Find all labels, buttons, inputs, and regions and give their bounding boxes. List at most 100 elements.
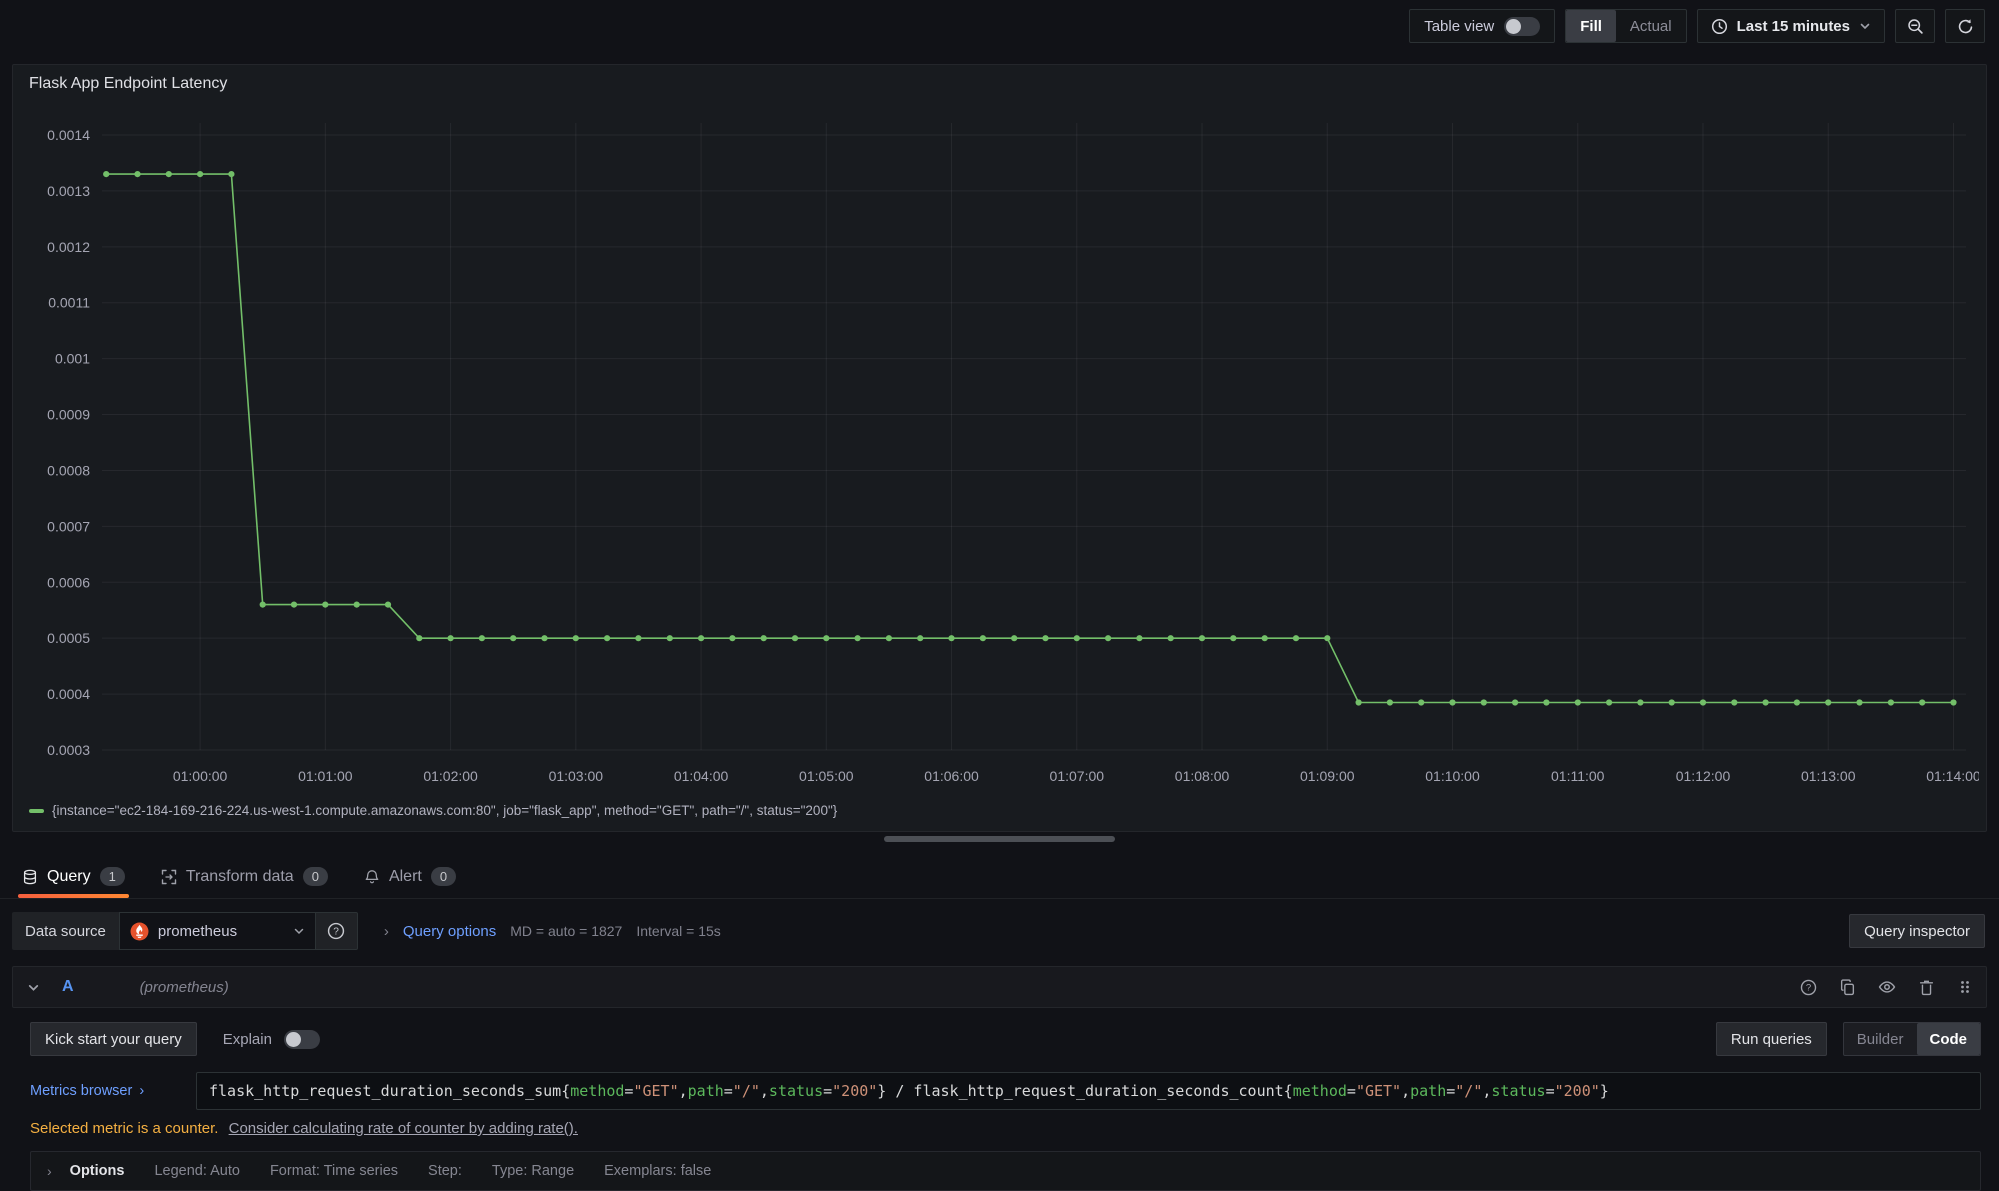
- svg-text:0.0006: 0.0006: [47, 574, 90, 590]
- actual-button[interactable]: Actual: [1616, 10, 1686, 42]
- query-row-header[interactable]: A (prometheus) ?: [12, 966, 1987, 1008]
- svg-text:01:06:00: 01:06:00: [924, 768, 979, 784]
- svg-text:01:13:00: 01:13:00: [1801, 768, 1856, 784]
- toggle-knob: [286, 1032, 301, 1047]
- warning-rate-link[interactable]: Consider calculating rate of counter by …: [229, 1120, 578, 1137]
- latency-chart[interactable]: 0.00140.00130.00120.00110.0010.00090.000…: [20, 93, 1979, 795]
- datasource-help-button[interactable]: ?: [316, 912, 358, 950]
- tab-transform-badge: 0: [303, 867, 328, 886]
- time-range-picker[interactable]: Last 15 minutes: [1697, 9, 1885, 43]
- kick-start-query-button[interactable]: Kick start your query: [30, 1022, 197, 1056]
- query-options-toggle[interactable]: › Query options: [384, 923, 496, 940]
- promql-query-input[interactable]: flask_http_request_duration_seconds_sum{…: [196, 1072, 1981, 1110]
- fill-actual-group: Fill Actual: [1565, 9, 1686, 43]
- tab-alert[interactable]: Alert 0: [364, 855, 456, 898]
- interval-info: Interval = 15s: [636, 923, 720, 939]
- svg-text:01:03:00: 01:03:00: [549, 768, 604, 784]
- builder-code-group: Builder Code: [1843, 1022, 1981, 1056]
- table-view-toggle[interactable]: [1504, 17, 1540, 36]
- duplicate-query-button[interactable]: [1839, 979, 1856, 996]
- bell-icon: [364, 869, 380, 885]
- explain-toggle[interactable]: [284, 1030, 320, 1049]
- counter-warning: Selected metric is a counter. Consider c…: [30, 1120, 1987, 1137]
- tab-alert-badge: 0: [431, 867, 456, 886]
- zoom-out-button[interactable]: [1895, 9, 1935, 43]
- svg-text:01:09:00: 01:09:00: [1300, 768, 1355, 784]
- remove-query-button[interactable]: [1918, 979, 1935, 996]
- query-options-summary[interactable]: › Options Legend: Auto Format: Time seri…: [30, 1151, 1981, 1191]
- transform-icon: [161, 869, 177, 885]
- datasource-selected-value: prometheus: [158, 923, 237, 940]
- metrics-browser-button[interactable]: Metrics browser ›: [30, 1072, 196, 1110]
- tab-alert-label: Alert: [389, 868, 422, 886]
- query-row-actions: ?: [1800, 978, 1972, 996]
- svg-text:0.0009: 0.0009: [47, 407, 90, 423]
- refresh-button[interactable]: [1945, 9, 1985, 43]
- legend-series-swatch[interactable]: [29, 809, 44, 813]
- drag-query-handle[interactable]: [1957, 979, 1972, 995]
- time-series-panel: Flask App Endpoint Latency 0.00140.00130…: [12, 64, 1987, 832]
- tab-query-badge: 1: [100, 867, 125, 886]
- svg-text:0.0008: 0.0008: [47, 462, 90, 478]
- pane-resize-handle[interactable]: [884, 836, 1115, 842]
- help-circle-icon: ?: [1800, 979, 1817, 996]
- query-ref-id: A: [62, 978, 74, 996]
- svg-text:0.001: 0.001: [55, 351, 90, 367]
- panel-editor-toolbar: Table view Fill Actual Last 15 minutes: [0, 0, 1999, 52]
- metrics-browser-label: Metrics browser: [30, 1083, 132, 1099]
- time-range-label: Last 15 minutes: [1737, 18, 1850, 35]
- datasource-select[interactable]: prometheus: [119, 912, 316, 950]
- copy-icon: [1839, 979, 1856, 996]
- option-format: Format: Time series: [270, 1163, 398, 1179]
- prometheus-icon: [130, 922, 149, 941]
- query-toolbar: Kick start your query Explain Run querie…: [30, 1022, 1987, 1056]
- chart-legend: {instance="ec2-184-169-216-224.us-west-1…: [13, 799, 1986, 818]
- collapse-chevron-icon: [27, 981, 40, 994]
- svg-text:0.0007: 0.0007: [47, 518, 90, 534]
- svg-text:0.0012: 0.0012: [47, 239, 90, 255]
- svg-text:0.0005: 0.0005: [47, 630, 90, 646]
- svg-text:01:11:00: 01:11:00: [1551, 768, 1605, 784]
- clock-icon: [1711, 18, 1728, 35]
- database-icon: [22, 869, 38, 885]
- datasource-label: Data source: [12, 912, 119, 950]
- svg-text:01:08:00: 01:08:00: [1175, 768, 1230, 784]
- builder-button[interactable]: Builder: [1844, 1023, 1917, 1055]
- query-toolbar-right: Run queries Builder Code: [1716, 1022, 1981, 1056]
- svg-text:01:04:00: 01:04:00: [674, 768, 729, 784]
- warning-text: Selected metric is a counter.: [30, 1120, 218, 1137]
- option-step: Step:: [428, 1163, 462, 1179]
- svg-text:0.0013: 0.0013: [47, 183, 90, 199]
- explain-control: Explain: [223, 1030, 320, 1049]
- table-view-control: Table view: [1409, 9, 1555, 43]
- chevron-right-icon: ›: [384, 923, 389, 940]
- code-button[interactable]: Code: [1917, 1023, 1981, 1055]
- query-inspector-button[interactable]: Query inspector: [1849, 914, 1985, 948]
- option-type: Type: Range: [492, 1163, 574, 1179]
- query-datasource-hint: (prometheus): [140, 979, 229, 996]
- svg-text:0.0004: 0.0004: [47, 686, 90, 702]
- svg-text:01:07:00: 01:07:00: [1050, 768, 1105, 784]
- query-editor-section: A (prometheus) ? Kick start your query E…: [12, 966, 1987, 1191]
- explain-label: Explain: [223, 1031, 272, 1048]
- hide-query-button[interactable]: [1878, 978, 1896, 996]
- editor-tabs: Query 1 Transform data 0 Alert 0: [0, 855, 1999, 899]
- svg-text:01:05:00: 01:05:00: [799, 768, 854, 784]
- tab-transform-data[interactable]: Transform data 0: [161, 855, 328, 898]
- svg-text:01:01:00: 01:01:00: [298, 768, 353, 784]
- run-queries-button[interactable]: Run queries: [1716, 1022, 1827, 1056]
- tab-query-label: Query: [47, 868, 91, 886]
- chevron-down-icon: [1859, 20, 1871, 32]
- chevron-right-icon: ›: [139, 1083, 144, 1099]
- eye-icon: [1878, 978, 1896, 996]
- toggle-knob: [1506, 19, 1521, 34]
- svg-text:01:00:00: 01:00:00: [173, 768, 228, 784]
- legend-series-label[interactable]: {instance="ec2-184-169-216-224.us-west-1…: [52, 803, 837, 818]
- max-data-points-info: MD = auto = 1827: [510, 923, 622, 939]
- grip-icon: [1957, 979, 1972, 995]
- fill-button[interactable]: Fill: [1566, 10, 1616, 42]
- option-legend: Legend: Auto: [154, 1163, 239, 1179]
- tab-query[interactable]: Query 1: [22, 855, 125, 898]
- query-help-button[interactable]: ?: [1800, 979, 1817, 996]
- svg-text:0.0003: 0.0003: [47, 742, 90, 758]
